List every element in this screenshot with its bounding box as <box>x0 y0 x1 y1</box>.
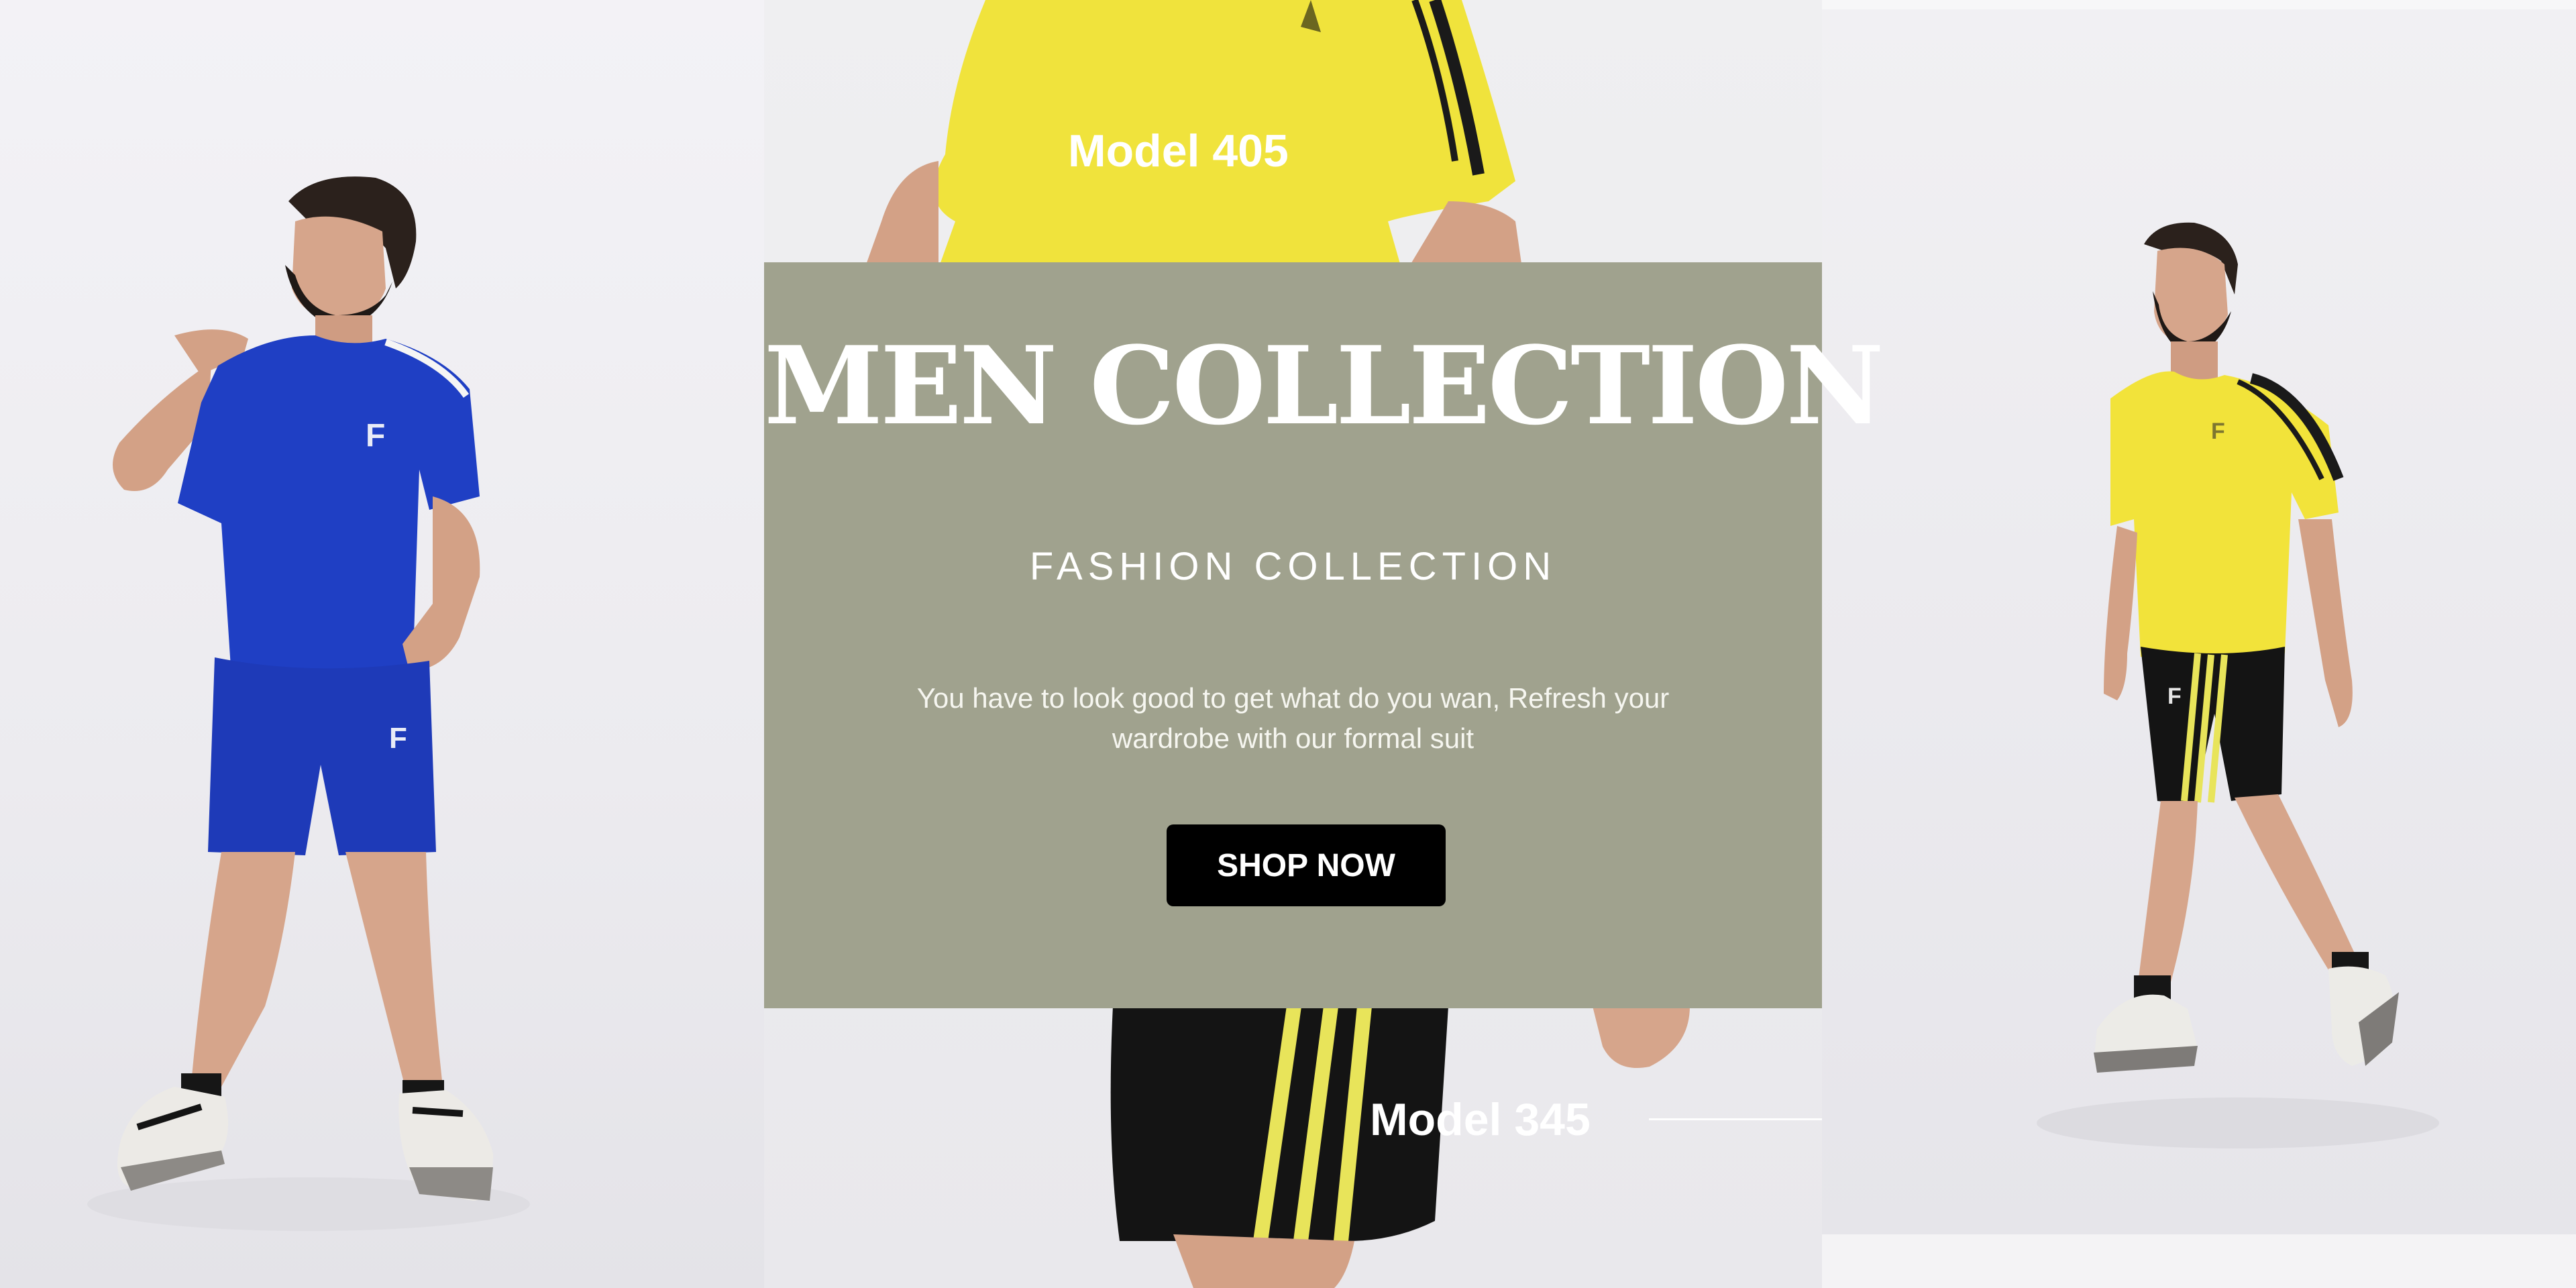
left-model-photo: F F <box>0 0 764 1288</box>
blue-outfit-model-illustration: F F <box>87 176 530 1231</box>
hero-title: MEN COLLECTION <box>764 323 1884 449</box>
right-photo-bottom-border <box>1822 1234 2576 1288</box>
hero-subtitle: FASHION COLLECTION <box>1029 545 1557 588</box>
right-photo-top-border <box>1822 0 2576 9</box>
shorts-logo: F <box>2167 684 2182 709</box>
model-345-underline <box>1649 1118 1822 1120</box>
shirt-logo: F <box>366 418 385 453</box>
yellow-outfit-model-illustration: F F <box>2037 222 2439 1148</box>
hero-description: You have to look good to get what do you… <box>916 682 1670 754</box>
shorts-logo: F <box>389 722 407 755</box>
shirt-logo: F <box>2211 419 2225 444</box>
hero-card: MEN COLLECTION FASHION COLLECTION You ha… <box>764 262 1884 1008</box>
right-model-photo: F F <box>1822 9 2576 1234</box>
shop-now-button[interactable]: SHOP NOW <box>1167 824 1446 906</box>
model-405-label: Model 405 <box>1068 125 1289 176</box>
model-345-label: Model 345 <box>1370 1094 1591 1145</box>
